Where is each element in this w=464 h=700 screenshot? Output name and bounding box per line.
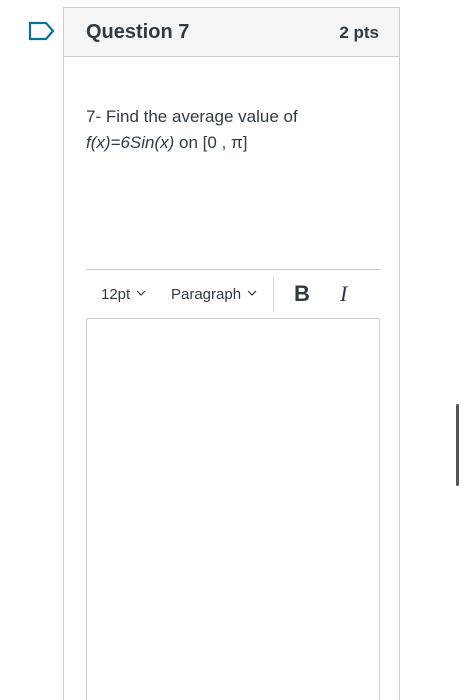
question-prompt-line1: 7- Find the average value of bbox=[86, 107, 298, 126]
chevron-down-icon bbox=[247, 290, 257, 296]
question-prompt-line2: f(x)=6Sin(x) on [0 , π] bbox=[86, 130, 298, 156]
question-card: Question 7 2 pts 7- Find the average val… bbox=[63, 7, 400, 700]
question-function: f(x)=6Sin(x) bbox=[86, 133, 175, 152]
editor-toolbar: 12pt Paragraph B I bbox=[86, 278, 380, 318]
block-format-value: Paragraph bbox=[171, 286, 242, 303]
answer-editor[interactable] bbox=[86, 318, 380, 700]
bold-button[interactable]: B bbox=[294, 281, 310, 307]
question-text: 7- Find the average value of f(x)=6Sin(x… bbox=[86, 104, 298, 156]
chevron-down-icon bbox=[136, 290, 146, 296]
toolbar-divider bbox=[86, 269, 380, 270]
question-header: Question 7 2 pts bbox=[64, 8, 399, 57]
font-size-value: 12pt bbox=[101, 286, 131, 303]
question-title: Question 7 bbox=[86, 21, 190, 43]
font-size-dropdown[interactable]: 12pt bbox=[101, 286, 146, 303]
scrollbar[interactable] bbox=[456, 404, 459, 486]
flag-question-icon[interactable] bbox=[28, 21, 56, 41]
question-points: 2 pts bbox=[339, 23, 379, 42]
italic-button[interactable]: I bbox=[340, 281, 347, 307]
toolbar-separator bbox=[273, 278, 274, 312]
block-format-dropdown[interactable]: Paragraph bbox=[171, 286, 257, 303]
question-interval: on [0 , π] bbox=[174, 133, 248, 152]
quiz-page: Question 7 2 pts 7- Find the average val… bbox=[0, 0, 464, 700]
